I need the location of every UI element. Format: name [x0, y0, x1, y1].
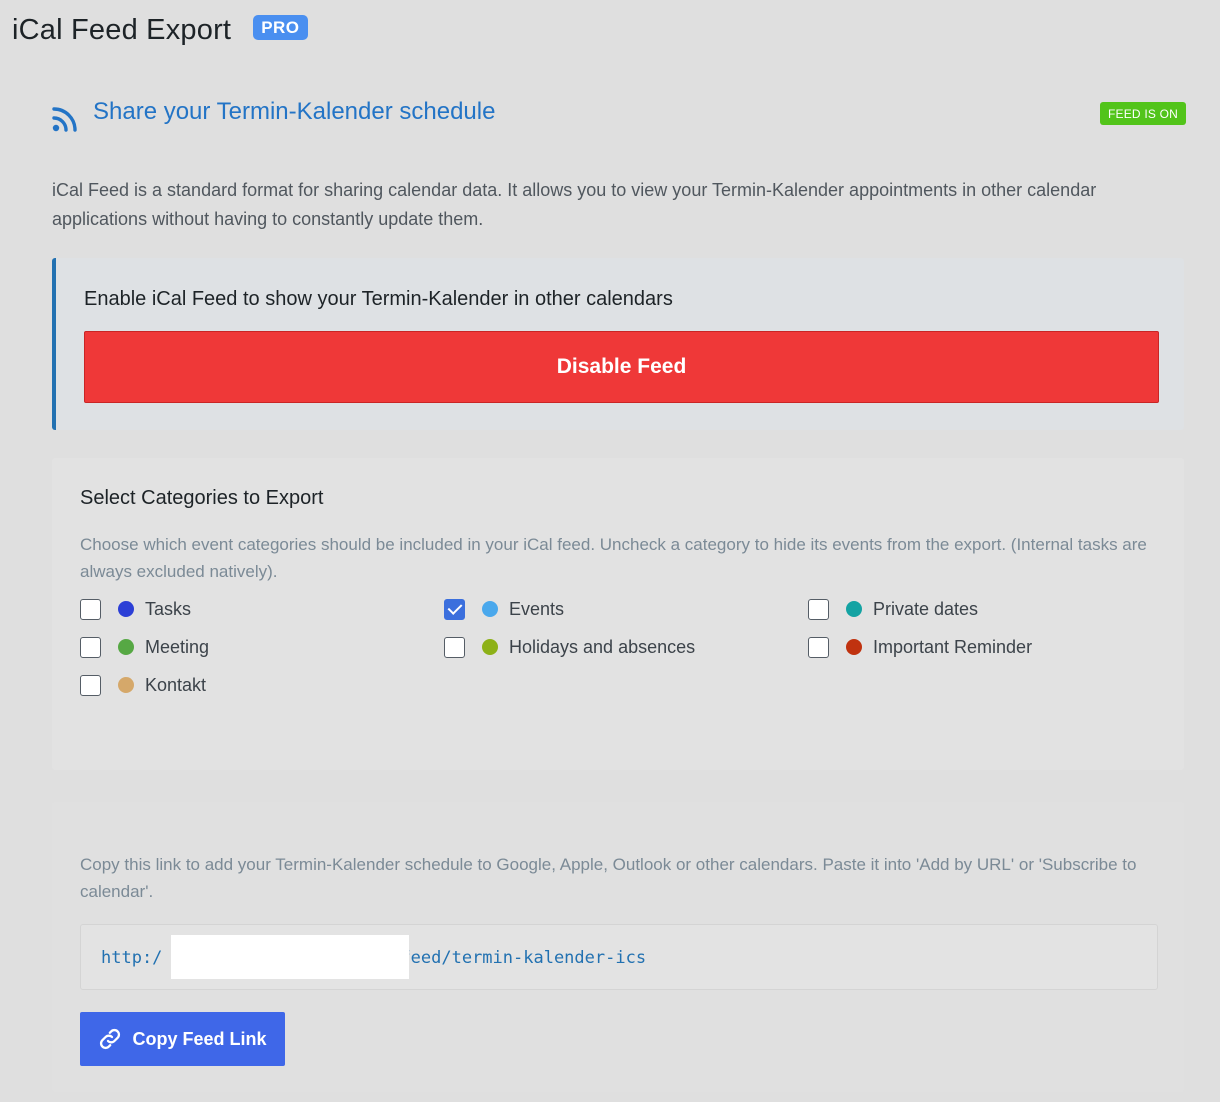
- category-label: Important Reminder: [873, 636, 1033, 657]
- category-color-dot: [118, 639, 134, 655]
- categories-description: Choose which event categories should be …: [80, 535, 1147, 581]
- page-header: iCal Feed Export PRO: [12, 14, 308, 47]
- categories-panel: Select Categories to Export Choose which…: [52, 458, 1184, 770]
- category-checkbox[interactable]: [80, 674, 101, 696]
- categories-grid: Tasks Events Private dates Meeting Holid…: [80, 598, 1172, 696]
- category-color-dot: [846, 601, 862, 617]
- link-icon: [100, 1028, 121, 1050]
- category-item[interactable]: Important Reminder: [808, 636, 1172, 658]
- category-checkbox[interactable]: [444, 636, 465, 658]
- feed-url-prefix: http:/: [101, 948, 163, 968]
- category-label: Tasks: [145, 598, 192, 619]
- feed-link-description: Copy this link to add your Termin-Kalend…: [80, 855, 1137, 901]
- category-color-dot: [118, 677, 134, 693]
- enable-feed-panel: Enable iCal Feed to show your Termin-Kal…: [52, 258, 1184, 430]
- category-item[interactable]: Holidays and absences: [444, 636, 808, 658]
- category-checkbox[interactable]: [808, 636, 829, 658]
- feed-link-panel: Copy this link to add your Termin-Kalend…: [52, 802, 1184, 1092]
- section-header: Share your Termin-Kalender schedule FEED…: [52, 96, 1186, 136]
- copy-feed-link-label: Copy Feed Link: [132, 1028, 267, 1049]
- copy-feed-link-button[interactable]: Copy Feed Link: [80, 1012, 285, 1066]
- feed-url-suffix: feed/termin-kalender-ics: [400, 948, 647, 968]
- feed-status-badge: FEED IS ON: [1099, 102, 1186, 125]
- category-color-dot: [482, 639, 498, 655]
- category-checkbox[interactable]: [444, 598, 465, 620]
- category-label: Private dates: [873, 598, 979, 619]
- category-color-dot: [482, 601, 498, 617]
- page-title: iCal Feed Export: [12, 14, 232, 46]
- category-label: Events: [509, 598, 565, 619]
- section-title: Share your Termin-Kalender schedule: [93, 98, 496, 125]
- category-item[interactable]: Private dates: [808, 598, 1172, 620]
- url-redaction: [171, 935, 409, 979]
- category-label: Holidays and absences: [509, 636, 696, 657]
- category-label: Meeting: [145, 636, 210, 657]
- category-checkbox[interactable]: [80, 636, 101, 658]
- category-item[interactable]: Tasks: [80, 598, 444, 620]
- category-checkbox[interactable]: [80, 598, 101, 620]
- categories-title: Select Categories to Export: [80, 487, 324, 509]
- intro-text: iCal Feed is a standard format for shari…: [52, 180, 1097, 229]
- category-item[interactable]: Kontakt: [80, 674, 444, 696]
- feed-url-field[interactable]: http:/ feed/termin-kalender-ics: [80, 924, 1158, 990]
- category-item[interactable]: Meeting: [80, 636, 444, 658]
- rss-icon: [52, 107, 77, 132]
- category-checkbox[interactable]: [808, 598, 829, 620]
- pro-badge: PRO: [253, 15, 308, 40]
- disable-feed-button[interactable]: Disable Feed: [84, 331, 1159, 403]
- category-color-dot: [118, 601, 134, 617]
- enable-feed-title: Enable iCal Feed to show your Termin-Kal…: [84, 288, 673, 310]
- category-label: Kontakt: [145, 674, 207, 695]
- category-item[interactable]: Events: [444, 598, 808, 620]
- category-color-dot: [846, 639, 862, 655]
